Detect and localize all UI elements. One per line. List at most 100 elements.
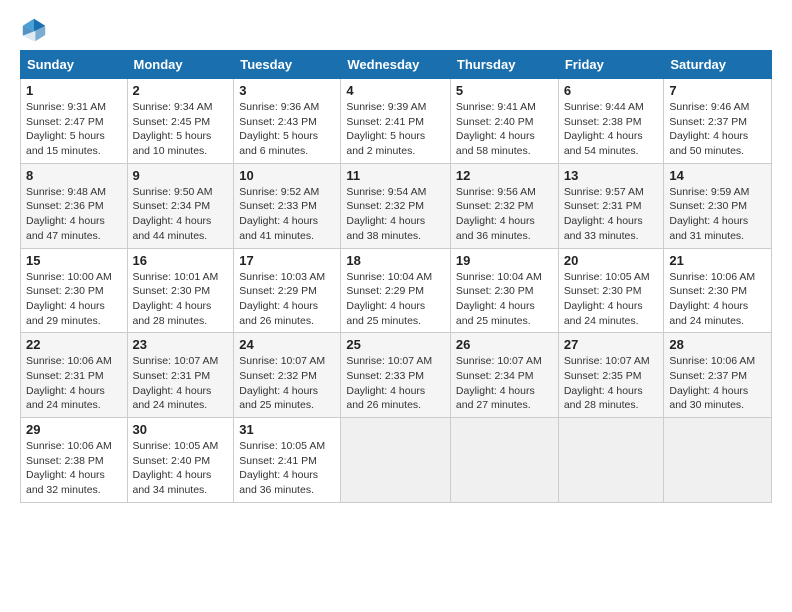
header-row: SundayMondayTuesdayWednesdayThursdayFrid… bbox=[21, 51, 772, 79]
sunrise-label: Sunrise: bbox=[239, 186, 280, 198]
cell-info: Sunrise: 9:50 AM Sunset: 2:34 PM Dayligh… bbox=[133, 185, 229, 244]
sunset-time: 2:32 PM bbox=[278, 370, 317, 382]
cell-day-number: 30 bbox=[133, 422, 229, 437]
sunset-time: 2:32 PM bbox=[494, 200, 533, 212]
sunset-label: Sunset: bbox=[239, 116, 278, 128]
cell-day-number: 12 bbox=[456, 168, 553, 183]
cell-day-number: 20 bbox=[564, 253, 659, 268]
cell-info: Sunrise: 9:44 AM Sunset: 2:38 PM Dayligh… bbox=[564, 100, 659, 159]
sunset-label: Sunset: bbox=[26, 370, 65, 382]
sunrise-time: 9:50 AM bbox=[174, 186, 213, 198]
cell-info: Sunrise: 10:03 AM Sunset: 2:29 PM Daylig… bbox=[239, 270, 335, 329]
calendar-week-4: 22 Sunrise: 10:06 AM Sunset: 2:31 PM Day… bbox=[21, 333, 772, 418]
sunset-label: Sunset: bbox=[456, 116, 495, 128]
calendar-cell: 28 Sunrise: 10:06 AM Sunset: 2:37 PM Day… bbox=[664, 333, 772, 418]
cell-day-number: 5 bbox=[456, 83, 553, 98]
calendar-week-1: 1 Sunrise: 9:31 AM Sunset: 2:47 PM Dayli… bbox=[21, 79, 772, 164]
sunrise-time: 9:31 AM bbox=[67, 101, 106, 113]
sunset-label: Sunset: bbox=[564, 200, 603, 212]
cell-info: Sunrise: 9:34 AM Sunset: 2:45 PM Dayligh… bbox=[133, 100, 229, 159]
sunset-time: 2:29 PM bbox=[278, 285, 317, 297]
calendar-cell: 31 Sunrise: 10:05 AM Sunset: 2:41 PM Day… bbox=[234, 418, 341, 503]
daylight-label: Daylight: 4 hours and 54 minutes. bbox=[564, 130, 643, 157]
cell-day-number: 14 bbox=[669, 168, 766, 183]
sunset-label: Sunset: bbox=[133, 116, 172, 128]
sunrise-time: 10:07 AM bbox=[388, 355, 432, 367]
daylight-label: Daylight: 4 hours and 44 minutes. bbox=[133, 215, 212, 242]
cell-day-number: 28 bbox=[669, 337, 766, 352]
sunset-label: Sunset: bbox=[239, 455, 278, 467]
sunrise-time: 10:05 AM bbox=[605, 271, 649, 283]
sunset-label: Sunset: bbox=[456, 370, 495, 382]
sunrise-label: Sunrise: bbox=[26, 186, 67, 198]
sunset-label: Sunset: bbox=[26, 455, 65, 467]
sunset-time: 2:30 PM bbox=[708, 200, 747, 212]
sunset-time: 2:35 PM bbox=[602, 370, 641, 382]
sunset-time: 2:37 PM bbox=[708, 116, 747, 128]
cell-info: Sunrise: 10:07 AM Sunset: 2:32 PM Daylig… bbox=[239, 354, 335, 413]
sunrise-label: Sunrise: bbox=[456, 101, 497, 113]
sunset-label: Sunset: bbox=[26, 285, 65, 297]
logo bbox=[20, 16, 52, 44]
daylight-label: Daylight: 4 hours and 50 minutes. bbox=[669, 130, 748, 157]
sunrise-label: Sunrise: bbox=[133, 186, 174, 198]
cell-day-number: 17 bbox=[239, 253, 335, 268]
calendar-cell: 23 Sunrise: 10:07 AM Sunset: 2:31 PM Day… bbox=[127, 333, 234, 418]
sunset-time: 2:36 PM bbox=[65, 200, 104, 212]
cell-info: Sunrise: 9:56 AM Sunset: 2:32 PM Dayligh… bbox=[456, 185, 553, 244]
sunrise-time: 9:52 AM bbox=[281, 186, 320, 198]
sunset-label: Sunset: bbox=[26, 116, 65, 128]
sunrise-label: Sunrise: bbox=[564, 101, 605, 113]
sunset-label: Sunset: bbox=[669, 116, 708, 128]
sunrise-label: Sunrise: bbox=[133, 101, 174, 113]
cell-day-number: 16 bbox=[133, 253, 229, 268]
cell-info: Sunrise: 10:07 AM Sunset: 2:31 PM Daylig… bbox=[133, 354, 229, 413]
daylight-label: Daylight: 4 hours and 28 minutes. bbox=[133, 300, 212, 327]
calendar-cell: 26 Sunrise: 10:07 AM Sunset: 2:34 PM Day… bbox=[450, 333, 558, 418]
daylight-label: Daylight: 4 hours and 36 minutes. bbox=[239, 469, 318, 496]
calendar-cell: 19 Sunrise: 10:04 AM Sunset: 2:30 PM Day… bbox=[450, 248, 558, 333]
header bbox=[20, 16, 772, 44]
daylight-label: Daylight: 4 hours and 26 minutes. bbox=[239, 300, 318, 327]
sunrise-label: Sunrise: bbox=[456, 355, 497, 367]
sunset-time: 2:45 PM bbox=[171, 116, 210, 128]
sunrise-time: 9:46 AM bbox=[711, 101, 750, 113]
sunset-time: 2:31 PM bbox=[65, 370, 104, 382]
calendar-cell: 12 Sunrise: 9:56 AM Sunset: 2:32 PM Dayl… bbox=[450, 163, 558, 248]
cell-day-number: 18 bbox=[346, 253, 445, 268]
sunset-time: 2:30 PM bbox=[602, 285, 641, 297]
sunrise-label: Sunrise: bbox=[669, 186, 710, 198]
calendar-cell: 18 Sunrise: 10:04 AM Sunset: 2:29 PM Day… bbox=[341, 248, 451, 333]
sunset-time: 2:31 PM bbox=[171, 370, 210, 382]
calendar-cell: 11 Sunrise: 9:54 AM Sunset: 2:32 PM Dayl… bbox=[341, 163, 451, 248]
sunset-label: Sunset: bbox=[564, 285, 603, 297]
cell-info: Sunrise: 10:05 AM Sunset: 2:41 PM Daylig… bbox=[239, 439, 335, 498]
daylight-label: Daylight: 4 hours and 36 minutes. bbox=[456, 215, 535, 242]
sunset-time: 2:41 PM bbox=[278, 455, 317, 467]
sunrise-label: Sunrise: bbox=[133, 355, 174, 367]
cell-info: Sunrise: 9:31 AM Sunset: 2:47 PM Dayligh… bbox=[26, 100, 122, 159]
header-day-tuesday: Tuesday bbox=[234, 51, 341, 79]
cell-info: Sunrise: 9:57 AM Sunset: 2:31 PM Dayligh… bbox=[564, 185, 659, 244]
cell-day-number: 10 bbox=[239, 168, 335, 183]
sunset-time: 2:40 PM bbox=[171, 455, 210, 467]
calendar-cell bbox=[664, 418, 772, 503]
calendar-cell: 20 Sunrise: 10:05 AM Sunset: 2:30 PM Day… bbox=[558, 248, 664, 333]
sunrise-time: 9:36 AM bbox=[281, 101, 320, 113]
daylight-label: Daylight: 4 hours and 24 minutes. bbox=[133, 385, 212, 412]
daylight-label: Daylight: 4 hours and 24 minutes. bbox=[26, 385, 105, 412]
sunset-time: 2:38 PM bbox=[602, 116, 641, 128]
calendar-cell: 8 Sunrise: 9:48 AM Sunset: 2:36 PM Dayli… bbox=[21, 163, 128, 248]
header-day-wednesday: Wednesday bbox=[341, 51, 451, 79]
sunrise-label: Sunrise: bbox=[564, 186, 605, 198]
sunset-label: Sunset: bbox=[133, 200, 172, 212]
daylight-label: Daylight: 4 hours and 31 minutes. bbox=[669, 215, 748, 242]
calendar-week-2: 8 Sunrise: 9:48 AM Sunset: 2:36 PM Dayli… bbox=[21, 163, 772, 248]
daylight-label: Daylight: 4 hours and 33 minutes. bbox=[564, 215, 643, 242]
sunrise-label: Sunrise: bbox=[346, 355, 387, 367]
daylight-label: Daylight: 4 hours and 28 minutes. bbox=[564, 385, 643, 412]
sunset-label: Sunset: bbox=[133, 285, 172, 297]
calendar-cell: 30 Sunrise: 10:05 AM Sunset: 2:40 PM Day… bbox=[127, 418, 234, 503]
cell-info: Sunrise: 10:06 AM Sunset: 2:30 PM Daylig… bbox=[669, 270, 766, 329]
cell-day-number: 8 bbox=[26, 168, 122, 183]
